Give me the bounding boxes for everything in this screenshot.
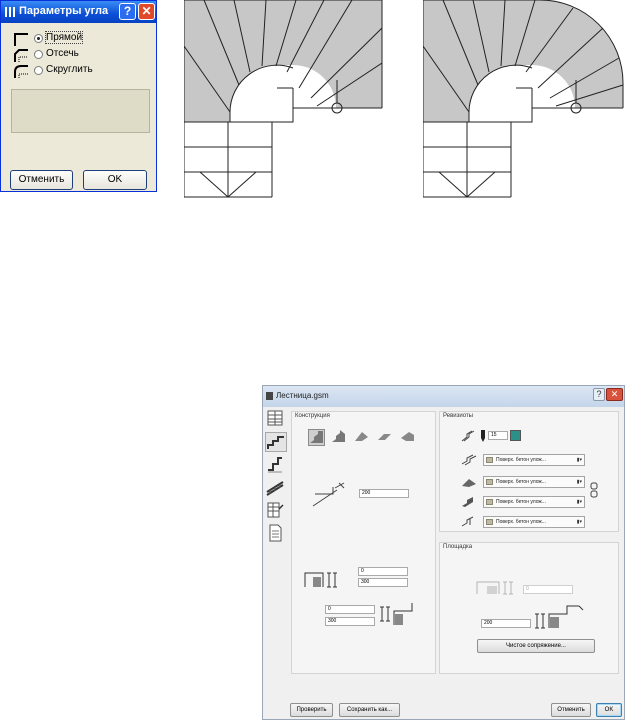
radio-round[interactable] [34, 66, 43, 75]
tab-construction[interactable] [265, 432, 287, 452]
option-cut-label: Отсечь [46, 48, 79, 59]
field-offset-bottom[interactable]: 0 [325, 605, 375, 614]
tab-stair-plan[interactable] [265, 409, 287, 429]
cut-corner-icon [14, 49, 28, 62]
stair-type-4-button[interactable] [377, 429, 394, 446]
stringers-label: Ревизиоты [443, 413, 473, 419]
landing-offset-field: 0 [523, 585, 573, 594]
stair-construction-icon [267, 436, 284, 449]
stair-type-1-button[interactable] [308, 429, 325, 446]
option-cut[interactable]: Отсечь [13, 47, 153, 63]
material-swatch [486, 519, 493, 525]
tab-steps[interactable] [265, 455, 287, 475]
field-height-top[interactable]: 300 [358, 578, 408, 587]
table-icon [267, 502, 284, 518]
stair-type-3-button[interactable] [354, 429, 371, 446]
material-name: Поверх. бетон улож... [496, 479, 546, 485]
chain-link-icon[interactable] [590, 482, 598, 498]
material-name: Поверх. бетон улож... [496, 457, 546, 463]
ok-button[interactable]: OK [83, 170, 147, 190]
corner-parameters-dialog: Параметры угла ? ✕ Прямой Отсечь Скругли… [0, 0, 157, 192]
pen-number-field[interactable]: 15 [488, 431, 508, 440]
option-round[interactable]: Скруглить [13, 63, 153, 79]
dropdown-arrow-icon: ▮▾ [576, 499, 582, 505]
stair-plan-straight-corner [184, 0, 383, 198]
stair-plan-icon [267, 410, 283, 426]
stringer-depth-field[interactable]: 200 [359, 489, 409, 498]
app-icon [5, 7, 15, 17]
step-icon [268, 457, 282, 473]
ok-button[interactable]: OK [596, 703, 622, 717]
landing-width-field[interactable]: 200 [481, 619, 531, 628]
dialog-title: Параметры угла [19, 5, 109, 17]
option-straight-label: Прямой [44, 31, 84, 44]
radio-straight[interactable] [34, 34, 43, 43]
dialog-titlebar: Параметры угла ? ✕ [1, 1, 156, 23]
stair-type-1-icon [310, 431, 323, 443]
stair-plan-rounded-corner [423, 0, 624, 198]
material-name: Поверх. бетон улож... [496, 519, 546, 525]
option-round-label: Скруглить [46, 64, 93, 75]
surface-bottom-icon [462, 497, 473, 507]
stair-type-5-icon [401, 432, 414, 441]
landing-width-diagram [535, 605, 584, 629]
document-icon [269, 524, 282, 542]
pen-color-swatch[interactable] [510, 430, 521, 441]
dialog-title: Лестница.gsm [276, 391, 329, 400]
close-button[interactable]: ✕ [606, 388, 623, 401]
round-corner-icon [14, 65, 28, 78]
pen-stair-icon [461, 430, 475, 442]
landing-bottom-diagram [380, 603, 413, 625]
clean-joint-button[interactable]: Чистое сопряжение... [477, 639, 595, 653]
dropdown-arrow-icon: ▮▾ [576, 479, 582, 485]
check-button[interactable]: Проверить [290, 703, 333, 717]
save-as-button[interactable]: Сохранить как... [339, 703, 400, 717]
stair-type-2-icon [332, 430, 345, 442]
stair-type-3-icon [355, 432, 368, 441]
surface-side-icon [462, 479, 476, 487]
field-height-bottom[interactable]: 300 [325, 617, 375, 626]
surface-end-icon [461, 516, 474, 527]
radio-cut[interactable] [34, 50, 43, 59]
dropdown-arrow-icon: ▮▾ [576, 457, 582, 463]
material-dropdown-4[interactable]: Поверх. бетон улож... ▮▾ [483, 516, 585, 528]
material-dropdown-1[interactable]: Поверх. бетон улож... ▮▾ [483, 454, 585, 466]
material-swatch [486, 499, 493, 505]
app-icon [266, 392, 273, 400]
pen-icon [481, 430, 485, 442]
help-button[interactable]: ? [593, 388, 605, 401]
material-swatch [486, 457, 493, 463]
option-straight[interactable]: Прямой [13, 31, 153, 47]
dialog-titlebar: Лестница.gsm ? ✕ [263, 386, 624, 407]
material-name: Поверх. бетон улож... [496, 499, 546, 505]
field-offset-top[interactable]: 0 [358, 567, 408, 576]
material-swatch [486, 479, 493, 485]
tab-table[interactable] [265, 501, 287, 521]
preview-area [11, 89, 150, 133]
dropdown-arrow-icon: ▮▾ [576, 519, 582, 525]
construction-panel [291, 411, 436, 674]
landing-label: Площадка [443, 544, 473, 550]
cancel-button[interactable]: Отменить [551, 703, 591, 717]
tab-railing[interactable] [265, 478, 287, 498]
stair-type-4-icon [378, 434, 391, 440]
cancel-button[interactable]: Отменить [10, 170, 73, 190]
stair-settings-dialog: Лестница.gsm ? ✕ Конструкция 200 0 300 0… [262, 385, 625, 720]
landing-offset-diagram [476, 581, 513, 595]
material-dropdown-3[interactable]: Поверх. бетон улож... ▮▾ [483, 496, 585, 508]
railing-icon [266, 481, 284, 496]
material-dropdown-2[interactable]: Поверх. бетон улож... ▮▾ [483, 476, 585, 488]
landing-panel [439, 542, 619, 674]
stair-type-2-button[interactable] [331, 429, 348, 446]
construction-label: Конструкция [295, 413, 330, 419]
close-button[interactable]: ✕ [138, 3, 155, 20]
tab-document[interactable] [265, 524, 287, 544]
help-button[interactable]: ? [119, 3, 136, 20]
surface-top-icon [461, 454, 477, 466]
stringer-depth-diagram [312, 482, 345, 507]
straight-corner-icon [14, 33, 28, 46]
stair-type-5-button[interactable] [400, 429, 417, 446]
landing-thickness-diagram [304, 572, 337, 588]
